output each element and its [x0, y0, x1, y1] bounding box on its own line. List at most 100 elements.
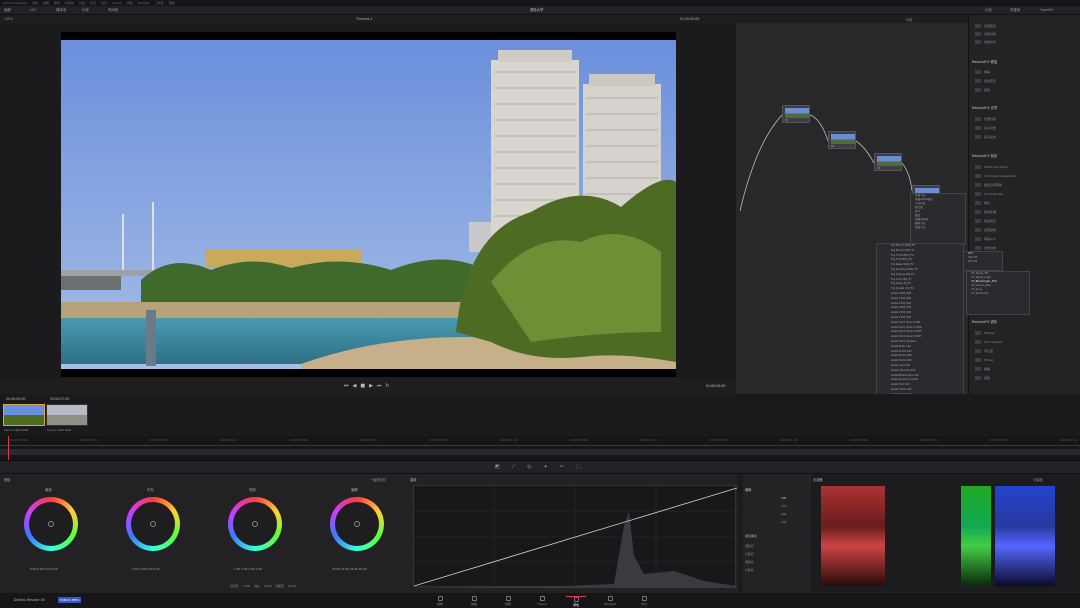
fx-item[interactable]: 色彩补偿 [975, 209, 996, 216]
fx-item[interactable]: 光圈衍射 [975, 116, 996, 123]
scope-red [821, 486, 885, 586]
lut-folder-submenu: VT_Alpha_3D VT_Alpha_LogC VT_Blackmagic_… [966, 271, 1030, 315]
fx-item[interactable]: 画笔 [975, 375, 990, 382]
fx-item[interactable]: Flicker [975, 357, 994, 364]
fx-item[interactable]: Warper [975, 330, 995, 337]
page-fusion[interactable]: Fusion [532, 596, 552, 606]
fx-section-title[interactable]: ResolveFX 锐化 [972, 319, 1078, 324]
fx-item[interactable]: 转换LUT [975, 236, 996, 243]
fx-section-title[interactable]: ResolveFX 光学 [972, 105, 1078, 110]
viewer-timecode-top: 01:00:00:00 [680, 17, 700, 21]
curve-value[interactable]: 100 [781, 512, 786, 516]
ruler-tick-label: 01:00:00:24 [430, 438, 448, 442]
playhead[interactable] [8, 436, 9, 460]
primary-controls[interactable]: 对比度 1.000 轴心 0.435 饱和度 50.00 [230, 584, 296, 588]
curve-value[interactable]: 100 [781, 496, 786, 500]
timeline-ruler[interactable]: 01:00:00:00 01:00:00:04 01:00:00:08 01:00:0… [0, 436, 1080, 460]
fx-item[interactable]: Contrast Pop [975, 191, 1003, 198]
menu-item[interactable]: 重置节点 [911, 226, 965, 230]
page-color[interactable]: 调色 [566, 596, 586, 607]
wheel-label: 暗部 [45, 488, 52, 492]
fx-item[interactable]: Chromatic Adaptation [975, 173, 1017, 180]
color-node[interactable]: 01 [782, 105, 810, 123]
fx-item[interactable]: 模糊 [975, 366, 990, 373]
clip-thumbnail[interactable] [46, 404, 88, 426]
lift-wheel[interactable] [24, 497, 78, 551]
clips-toggle-button[interactable]: 片段 [985, 7, 992, 13]
soft-clip-row[interactable]: 低裁切 [745, 544, 753, 548]
gamma-wheel[interactable] [126, 497, 180, 551]
fx-item[interactable]: 反转颜色 [975, 227, 996, 234]
wheel-label: 亮部 [249, 488, 256, 492]
offset-wheel[interactable] [330, 497, 384, 551]
fx-item[interactable]: 色彩稳定 [975, 78, 996, 85]
fx-item[interactable]: ACES Transform [975, 164, 1008, 171]
node-mode-label[interactable]: 片段 [906, 17, 912, 22]
fx-item[interactable]: 颜色 [975, 87, 990, 94]
fx-item[interactable]: 镜头反射 [975, 134, 996, 141]
clips-button[interactable]: 片段 [82, 7, 89, 13]
timeline-name[interactable]: Timeline 1 [356, 17, 373, 21]
ruler-tick-label: 01:00:02:04 [920, 438, 938, 442]
fx-item[interactable]: 镜头光斑 [975, 125, 996, 132]
gallery-button[interactable]: 画廊 [4, 7, 11, 13]
panel-title: 示波器 [813, 478, 823, 482]
page-deliver[interactable]: 交付 [634, 596, 654, 606]
menu-item[interactable]: VT_Panasonic [967, 292, 1029, 296]
wheel-values[interactable]: 0.00 0.00 0.00 0.00 [30, 567, 58, 571]
media-pool-button[interactable]: 媒体池 [56, 7, 66, 13]
clip-thumbnail[interactable] [3, 404, 45, 426]
fx-item[interactable]: 对比度 [975, 348, 993, 355]
curve-value[interactable]: 100 [781, 520, 786, 524]
timeline-button[interactable]: 时间线 [108, 7, 118, 13]
page-edit[interactable]: 剪辑 [498, 596, 518, 606]
color-node[interactable]: 03 [874, 153, 902, 171]
page-cut[interactable]: 快编 [464, 596, 484, 606]
color-wheels-panel: 色轮 一级校色轮 暗部 中灰 亮部 偏移 0.00 0.00 0.00 0.00… [0, 474, 408, 592]
curve-value[interactable]: 100 [781, 504, 786, 508]
fx-item[interactable]: 深层修复 [975, 23, 996, 30]
fx-item[interactable]: 颜色空间转换 [975, 182, 1002, 189]
scope-mode[interactable]: 分量图 [1033, 477, 1043, 482]
menu-item[interactable]: 1D LUT [964, 260, 1002, 264]
fx-item[interactable]: 伽马 [975, 200, 990, 207]
clip-label: Canon C200 RAW [47, 428, 72, 432]
soft-clip-row[interactable]: 高柔化 [745, 568, 753, 572]
color-node[interactable]: 02 [828, 131, 856, 149]
fx-item[interactable]: 去除水印 [975, 39, 996, 46]
fx-item[interactable]: 色彩校正 [975, 218, 996, 225]
curve-edit-title: 编辑 [745, 488, 752, 492]
wheel-label: 中灰 [147, 488, 154, 492]
soft-clip-row[interactable]: 低柔化 [745, 560, 753, 564]
curve-graph[interactable] [413, 485, 738, 588]
tool-icons[interactable]: ◩⟋◎✦✂⬚ [495, 464, 593, 470]
video-frame-image [61, 32, 676, 377]
fx-section-title[interactable]: ResolveFX 修复 [972, 59, 1078, 64]
wheel-mode[interactable]: 一级校色轮 [370, 477, 386, 482]
scope-blue [995, 486, 1055, 586]
soft-clip-row[interactable]: 高裁切 [745, 552, 753, 556]
wheel-values[interactable]: 1.00 1.00 1.00 1.00 [234, 567, 262, 571]
fx-section-title[interactable]: ResolveFX 色彩 [972, 153, 1078, 158]
fx-item[interactable]: Grid Warper [975, 339, 1002, 346]
openfx-button[interactable]: OpenFX [1040, 7, 1053, 13]
playback-controls[interactable]: ⏮◀■▶⏭↻ [344, 383, 394, 389]
page-media[interactable]: 媒体 [430, 596, 450, 606]
video-frame[interactable] [61, 32, 676, 377]
ruler-tick-label: 01:00:01:08 [570, 438, 588, 442]
zoom-level[interactable]: 100% [4, 17, 13, 21]
node-context-menu: 添加节点 添加Alpha输出 节点标签 校正器 并行 图层 添加到片段 删除节点… [910, 193, 966, 245]
wheel-values[interactable]: 25.00 25.00 25.00 25.00 [332, 567, 367, 571]
wheel-values[interactable]: 0.00 0.00 0.00 0.00 [132, 567, 160, 571]
fx-item[interactable]: 去除闪烁 [975, 31, 996, 38]
page-fairlight[interactable]: Fairlight [600, 596, 620, 606]
clip-strip: 00:00:05:00 00:00:07:00 Canon C200 RAW C… [0, 394, 1080, 436]
ruler-tick-label: 01:00:00:00 [10, 438, 28, 442]
gain-wheel[interactable] [228, 497, 282, 551]
scope-green [961, 486, 991, 586]
clip-timecode: 00:00:05:00 [6, 397, 26, 401]
keyframes-button[interactable]: 关键帧 [1010, 7, 1020, 13]
panel-title: 曲线 [410, 478, 417, 482]
lut-button[interactable]: LUT [30, 7, 36, 13]
fx-item[interactable]: 降噪 [975, 69, 990, 76]
